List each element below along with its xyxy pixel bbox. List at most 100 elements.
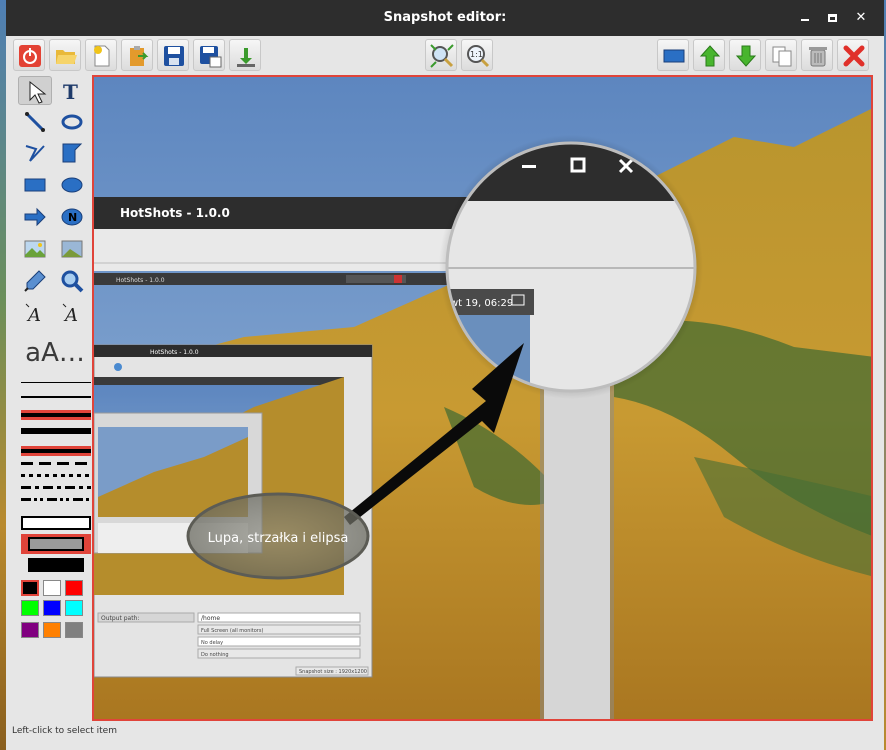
main-toolbar: 1:1 [6,36,884,74]
lasso-tool[interactable] [55,107,89,136]
tool-panel: T N A A aA… [15,76,95,718]
highlighter-tool[interactable] [18,266,52,295]
after-capture-option: Do nothing [201,652,229,658]
snapshot-image: HotShots - 1.0.0 HotShots - 1.0.0 HotSho… [94,77,871,719]
polyline-icon [25,145,45,162]
save-as-button[interactable] [193,39,225,71]
folder-open-icon [56,50,77,64]
line-heavy[interactable] [21,428,91,434]
line-tool[interactable] [18,107,52,136]
color-blue[interactable] [43,600,61,616]
paste-button[interactable] [121,39,153,71]
arrow-down-icon [735,45,757,67]
new-document-icon [94,45,110,67]
maximize-button[interactable] [824,9,842,27]
font-button[interactable]: aA… [18,332,92,374]
line-dash-dot-dot[interactable] [21,498,91,501]
color-gray[interactable] [65,622,83,638]
move-up-button[interactable] [693,39,725,71]
save-as-icon [200,46,222,68]
fill-solid[interactable] [28,558,84,572]
fill-semi-selected[interactable] [21,534,91,554]
output-path-label: Output path: [101,615,139,622]
close-x-icon: ✕ [855,10,867,25]
new-button[interactable] [85,39,117,71]
copy-button[interactable] [765,39,797,71]
open-button[interactable] [49,39,81,71]
delay-option: No delay [201,640,223,646]
line-solid-selected[interactable] [21,446,91,456]
polyline-tool[interactable] [18,138,52,167]
numbering-tool[interactable]: N [55,202,89,231]
fit-zoom-icon [430,44,454,68]
line-dotted[interactable] [21,474,91,477]
capture-mode: Full Screen (all monitors) [201,628,263,634]
text-icon: T [63,80,78,103]
drawing-canvas[interactable]: HotShots - 1.0.0 HotShots - 1.0.0 HotSho… [92,75,873,721]
clipboard-paste-icon [130,46,149,66]
screen-icon [663,49,685,63]
svg-text:A: A [26,305,41,325]
clock-readout: wt 19, 06:29 [450,298,513,309]
polygon-icon [62,143,83,163]
arrow-up-icon [699,45,721,67]
zoom-actual-button[interactable]: 1:1 [461,39,493,71]
line-icon [25,112,45,132]
color-purple[interactable] [21,622,39,638]
move-down-button[interactable] [729,39,761,71]
ellipse-tool[interactable] [55,170,89,199]
color-white[interactable] [43,580,61,596]
line-thin[interactable] [21,382,91,383]
copy-icon [772,46,792,67]
fill-none[interactable] [21,516,91,530]
save-button[interactable] [157,39,189,71]
svg-text:A: A [63,305,78,325]
inner-window-title-tiny: HotShots - 1.0.0 [150,349,199,356]
upload-button[interactable] [229,39,261,71]
power-icon [19,45,41,67]
line-medium[interactable] [21,396,91,398]
trash-icon [809,47,827,67]
marker-icon [24,270,46,292]
numbered-badge-icon: N [61,208,83,226]
quit-button[interactable] [13,39,45,71]
zoom-fit-button[interactable] [425,39,457,71]
rectangle-tool[interactable] [18,170,52,199]
inner-window-title-small: HotShots - 1.0.0 [116,277,165,284]
screen-button[interactable] [657,39,689,71]
color-orange[interactable] [43,622,61,638]
inner-window-title: HotShots - 1.0.0 [120,206,230,220]
line-dash-dot[interactable] [21,486,91,489]
delete-button[interactable] [801,39,833,71]
select-tool[interactable] [18,76,52,105]
maximize-icon [828,14,837,22]
svg-text:1:1: 1:1 [470,50,483,59]
close-icon [843,45,865,67]
magnifier-tool[interactable] [55,266,89,295]
color-green[interactable] [21,600,39,616]
magnifier-icon [61,270,84,293]
color-cyan[interactable] [65,600,83,616]
minimize-button[interactable] [796,9,814,27]
picture-icon [61,240,83,258]
line-dashed[interactable] [21,462,91,465]
status-bar: Left-click to select item [12,726,117,736]
blur-tool[interactable] [55,234,89,263]
zoom-1to1-icon: 1:1 [467,45,490,68]
ellipse-outline-icon [61,114,83,130]
color-red[interactable] [65,580,83,596]
rectangle-icon [24,178,46,192]
image-tool[interactable] [18,234,52,263]
color-black[interactable] [21,580,39,596]
text-outline-tool[interactable]: A [18,298,52,327]
minimize-icon [801,19,809,21]
text-tool[interactable]: T [55,76,89,105]
close-window-button[interactable]: ✕ [852,9,870,27]
save-icon [164,46,184,66]
italic-a-icon: A [25,303,41,325]
polygon-tool[interactable] [55,138,89,167]
line-thick-selected[interactable] [21,410,91,420]
clear-button[interactable] [837,39,869,71]
arrow-tool[interactable] [18,202,52,231]
text-shadow-tool[interactable]: A [55,298,89,327]
